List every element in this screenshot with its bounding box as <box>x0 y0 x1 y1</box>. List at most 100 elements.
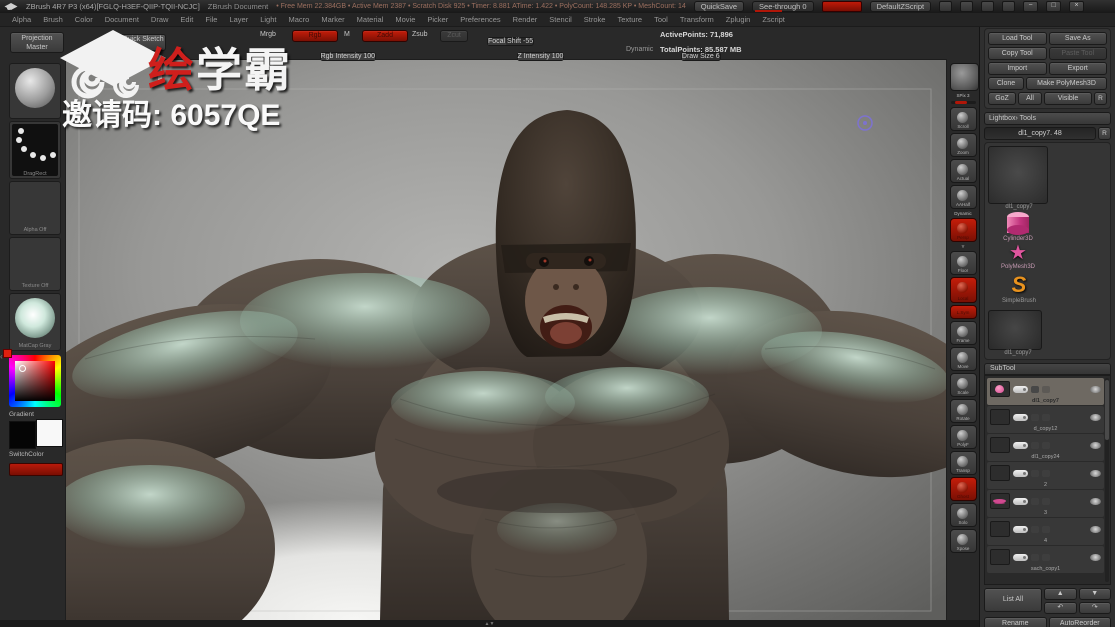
rotate-button[interactable]: Rotate <box>949 399 977 423</box>
subtool-shift-down-button[interactable]: ↷ <box>1078 602 1111 614</box>
paint-toggle-icon[interactable] <box>1013 553 1028 561</box>
subtool-row[interactable]: 4 <box>987 518 1104 545</box>
goz-all-button[interactable]: All <box>1018 92 1042 105</box>
color-picker-field[interactable] <box>15 361 55 401</box>
menu-stroke[interactable]: Stroke <box>578 15 612 24</box>
default-zscript-button[interactable]: DefaultZScript <box>869 1 932 12</box>
minimize-button[interactable]: − <box>1023 1 1039 12</box>
menu-brush[interactable]: Brush <box>37 15 69 24</box>
rgb-intensity-slider[interactable]: Rgb Intensity 100 <box>319 52 377 61</box>
menu-transform[interactable]: Transform <box>674 15 720 24</box>
switch-color-label[interactable]: SwitchColor <box>0 451 74 458</box>
z-intensity-slider[interactable]: Z Intensity 100 <box>516 52 565 61</box>
visibility-eye-icon[interactable] <box>1090 525 1101 533</box>
polyf-button[interactable]: PolyF <box>949 425 977 449</box>
import-button[interactable]: Import <box>988 62 1047 75</box>
dynamic-toggle[interactable]: Dynamic <box>626 46 653 53</box>
subtool-shift-up-button[interactable]: ↶ <box>1044 602 1077 614</box>
zscript-prev-icon[interactable] <box>939 1 953 12</box>
focal-shift-slider[interactable]: Focal Shift -55 <box>487 37 535 46</box>
subtool-row[interactable]: dl1_copy7 <box>987 378 1104 405</box>
goz-button[interactable]: GoZ <box>988 92 1016 105</box>
menu-stencil[interactable]: Stencil <box>543 15 578 24</box>
sculpt-canvas[interactable] <box>65 59 946 620</box>
zscript-next-icon[interactable] <box>960 1 974 12</box>
export-button[interactable]: Export <box>1048 62 1107 75</box>
paint-toggle-icon[interactable] <box>1013 413 1028 421</box>
subtool-row[interactable]: sach_copy1 <box>987 546 1104 573</box>
menu-movie[interactable]: Movie <box>389 15 421 24</box>
floor-button[interactable]: Floor <box>949 251 977 275</box>
palette-config-icon[interactable] <box>981 1 995 12</box>
menu-alpha[interactable]: Alpha <box>6 15 37 24</box>
move-button[interactable]: Move <box>949 347 977 371</box>
zoom-button[interactable]: Zoom <box>949 133 977 157</box>
main-color-swatch[interactable] <box>9 421 36 449</box>
simplebrush-icon[interactable]: S <box>988 272 1050 298</box>
subtool-mini-icon[interactable] <box>1031 469 1039 477</box>
clone-button[interactable]: Clone <box>988 77 1024 90</box>
subtool-mini-icon[interactable] <box>1042 525 1050 533</box>
texture-selector[interactable]: Texture Off <box>9 237 61 291</box>
menu-tool[interactable]: Tool <box>648 15 674 24</box>
lsym-button[interactable]: L.Sym <box>949 305 977 319</box>
autoreorder-button[interactable]: AutoReorder <box>1048 617 1111 627</box>
subtool-mini-icon[interactable] <box>1042 385 1050 393</box>
color-picker[interactable] <box>3 349 61 407</box>
scrollbar-arrows-icon[interactable]: ▲▼ <box>485 621 495 627</box>
local-button[interactable]: Local <box>949 277 977 303</box>
visibility-eye-icon[interactable] <box>1090 385 1101 393</box>
quick-sketch-button[interactable]: Quick Sketch <box>120 34 166 51</box>
active-tool-thumbnail[interactable] <box>988 146 1048 204</box>
subtool-mini-icon[interactable] <box>1031 413 1039 421</box>
subtool-scrollbar[interactable] <box>1105 378 1109 582</box>
menu-marker[interactable]: Marker <box>315 15 350 24</box>
persp-button[interactable]: Persp <box>949 218 977 242</box>
actual-button[interactable]: Actual <box>949 159 977 183</box>
subtool-mini-icon[interactable] <box>1031 553 1039 561</box>
visibility-eye-icon[interactable] <box>1090 441 1101 449</box>
polymesh3d-icon[interactable]: ★ <box>988 242 1048 264</box>
spix-slider[interactable] <box>950 101 976 104</box>
menu-render[interactable]: Render <box>507 15 544 24</box>
subtool-mini-icon[interactable] <box>1031 525 1039 533</box>
frame-button[interactable]: Frame <box>949 321 977 345</box>
menu-light[interactable]: Light <box>254 15 282 24</box>
restore-button[interactable]: □ <box>1046 1 1062 12</box>
spix-preview[interactable] <box>949 63 979 91</box>
mrgb-button[interactable]: Mrgb <box>260 31 276 38</box>
menu-file[interactable]: File <box>199 15 223 24</box>
tool-r-button[interactable]: R <box>1098 127 1111 140</box>
menu-layer[interactable]: Layer <box>223 15 254 24</box>
scale-button[interactable]: Scale <box>949 373 977 397</box>
left-tray-collapse-icon[interactable]: ‹ <box>0 352 3 361</box>
alpha-selector[interactable]: Alpha Off <box>9 181 61 235</box>
xpose-button[interactable]: Xpose <box>949 529 977 553</box>
canvas-scrollbar[interactable]: ▲▼ <box>0 620 979 627</box>
menu-zplugin[interactable]: Zplugin <box>720 15 757 24</box>
subtool-row[interactable]: d_copy12 <box>987 406 1104 433</box>
close-button[interactable]: × <box>1069 1 1085 12</box>
zadd-button[interactable]: Zadd <box>362 30 408 42</box>
lightbox-tools-header[interactable]: Lightbox› Tools <box>984 112 1111 125</box>
solo-button[interactable]: Solo <box>949 503 977 527</box>
secondary-color-swatch[interactable] <box>36 419 63 447</box>
menu-edit[interactable]: Edit <box>174 15 199 24</box>
zsub-button[interactable]: Zsub <box>412 31 428 38</box>
list-all-button[interactable]: List All <box>984 588 1042 612</box>
stroke-selector[interactable]: DragRect <box>9 121 61 179</box>
m-button[interactable]: M <box>344 31 350 38</box>
subtool-mini-icon[interactable] <box>1031 441 1039 449</box>
subtool-mini-icon[interactable] <box>1042 413 1050 421</box>
menu-color[interactable]: Color <box>69 15 99 24</box>
ghost-button[interactable]: Ghost <box>949 477 977 501</box>
visibility-eye-icon[interactable] <box>1090 469 1101 477</box>
projection-master-button[interactable]: Projection Master <box>10 32 64 53</box>
subtool-row[interactable]: dl1_copy24 <box>987 434 1104 461</box>
menu-macro[interactable]: Macro <box>282 15 315 24</box>
subtool-mini-icon[interactable] <box>1042 469 1050 477</box>
transp-button[interactable]: Transp <box>949 451 977 475</box>
scroll-button[interactable]: Scroll <box>949 107 977 131</box>
aahalf-button[interactable]: AAHalf <box>949 185 977 209</box>
subtool-row[interactable]: 2 <box>987 462 1104 489</box>
